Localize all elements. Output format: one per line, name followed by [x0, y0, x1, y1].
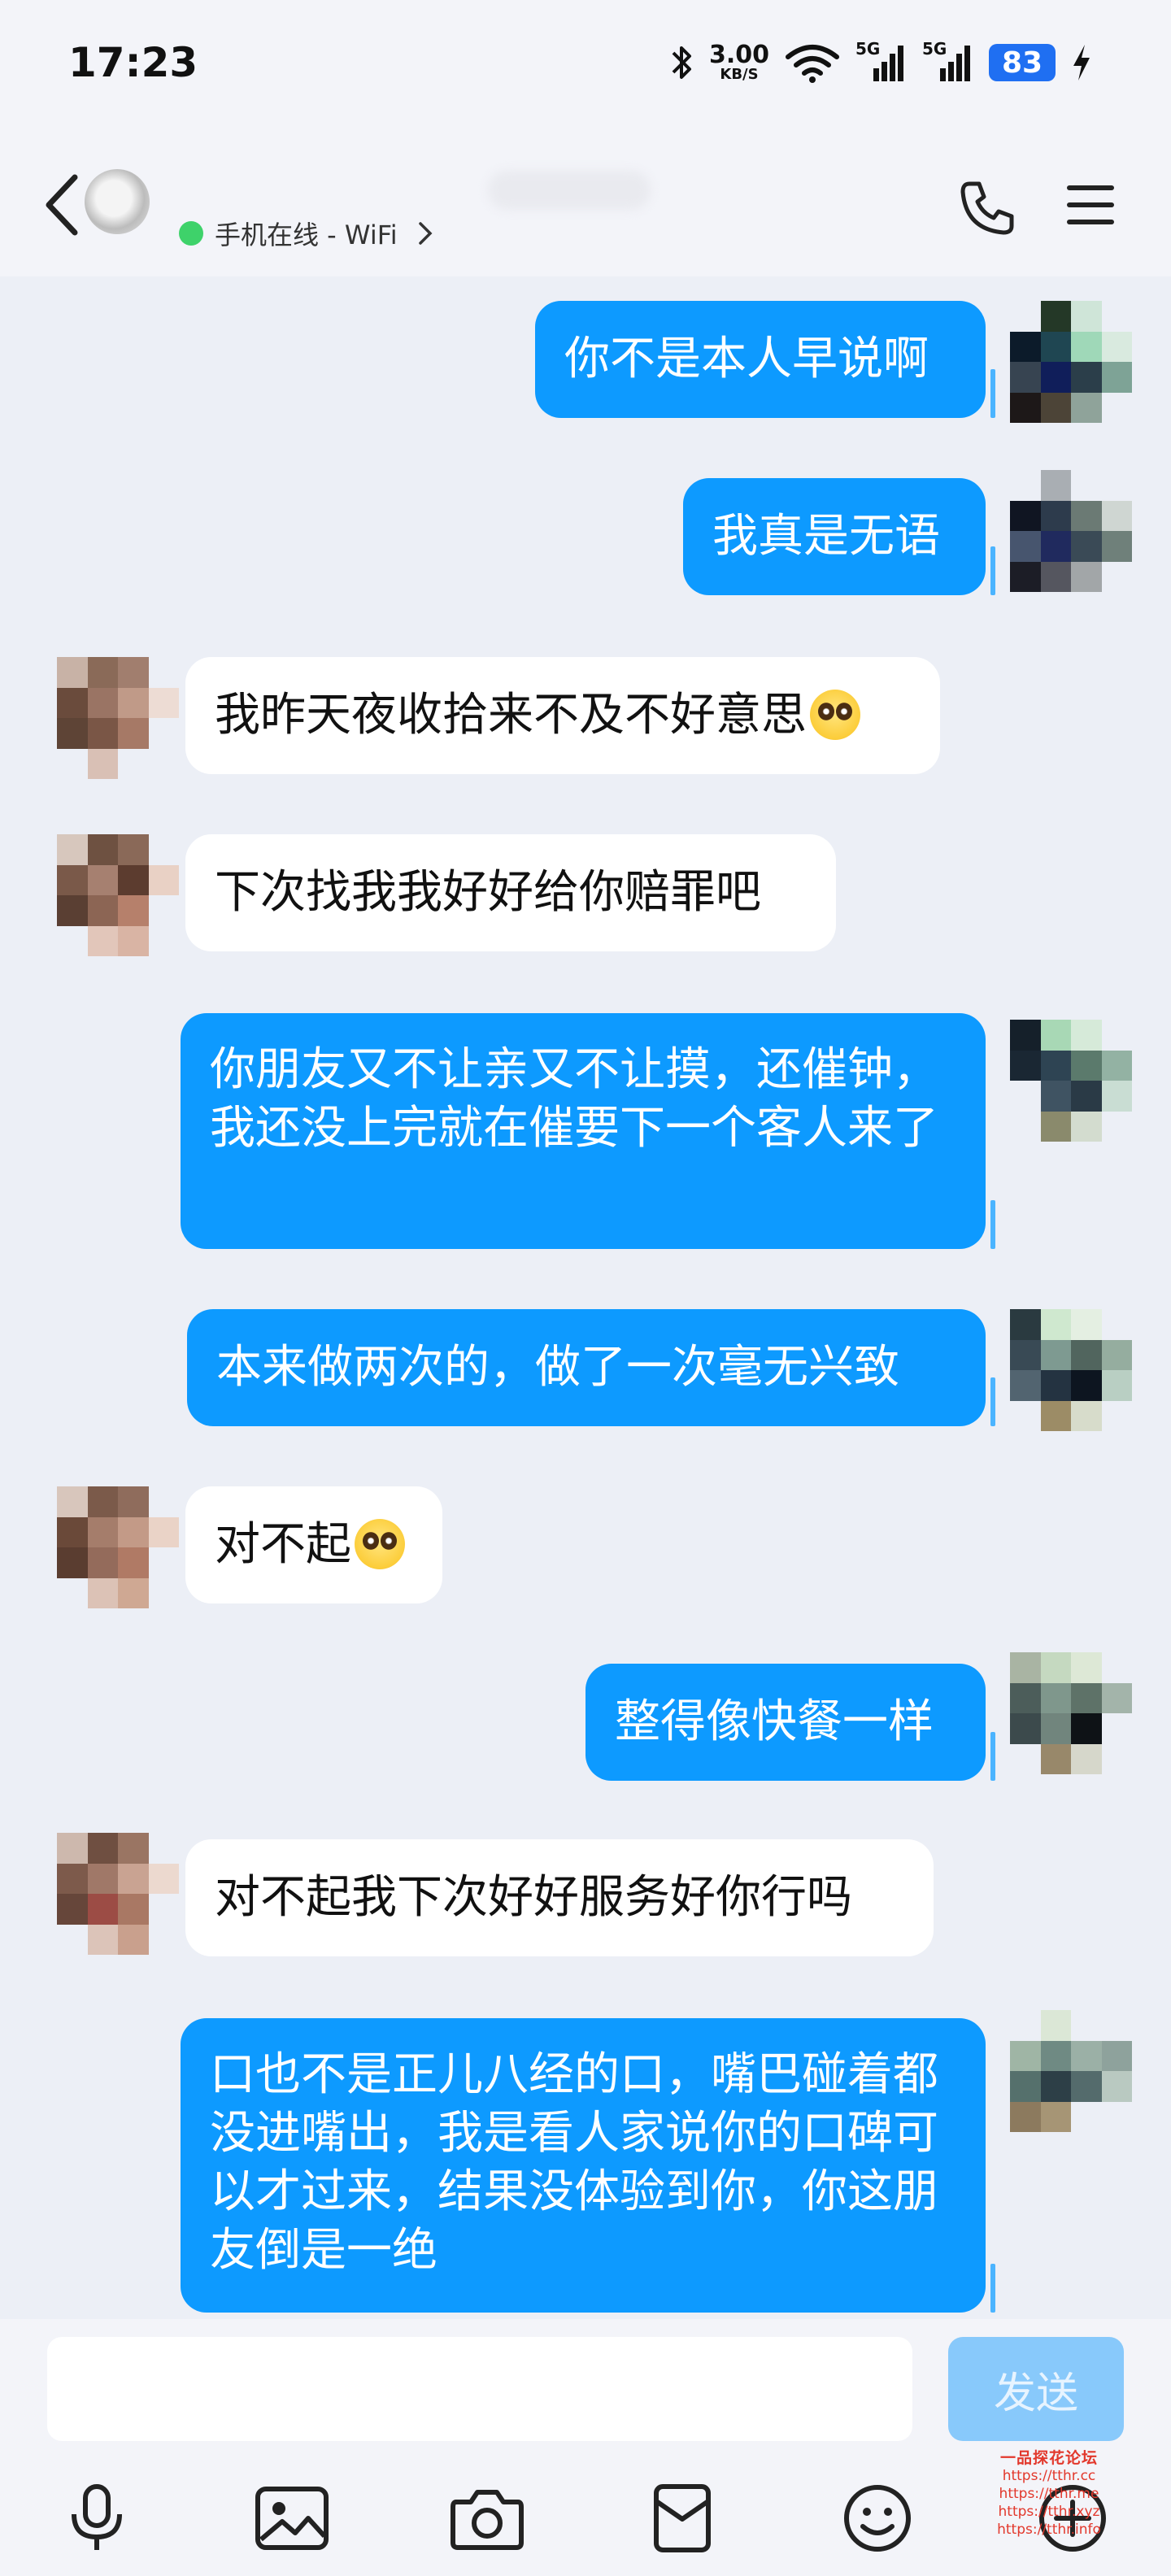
message-bubble-mine[interactable]: 我真是无语: [683, 478, 995, 595]
network-speed-value: 3.00: [708, 41, 769, 69]
red-packet-button[interactable]: [638, 2474, 727, 2563]
network-speed-unit: KB/S: [720, 66, 759, 83]
image-button[interactable]: [247, 2474, 337, 2563]
bluetooth-icon: [672, 46, 691, 79]
back-icon[interactable]: [42, 172, 83, 237]
online-dot: [179, 221, 203, 246]
message-text: 对不起: [215, 1518, 351, 1571]
microphone-icon: [72, 2484, 122, 2550]
composer: 发送 一品探花论坛 https://tthr.cc https://tthr.m…: [0, 2319, 1171, 2576]
watermark-url: https://tthr.cc: [1002, 2468, 1096, 2484]
emoji-icon: [844, 2485, 911, 2552]
status-bar: 17:23 3.00 KB/S 5G 5G 83: [0, 0, 1171, 130]
my-avatar[interactable]: [1010, 1020, 1132, 1142]
my-avatar[interactable]: [1010, 1652, 1132, 1774]
red-packet-icon: [654, 2484, 711, 2552]
status-time: 17:23: [68, 39, 198, 86]
signal-5g-1: 5G: [855, 39, 908, 83]
message-bubble-theirs[interactable]: 对不起: [185, 1486, 442, 1603]
camera-button[interactable]: [442, 2474, 532, 2563]
phone-icon[interactable]: [958, 179, 1016, 237]
camera-icon: [451, 2490, 524, 2550]
signal-bars-icon: [940, 46, 970, 81]
menu-icon[interactable]: [1065, 182, 1116, 228]
my-avatar[interactable]: [1010, 301, 1132, 423]
wifi-icon: [786, 45, 839, 83]
battery-level: 83: [989, 44, 1056, 81]
watermark-url: https://tthr.xyz: [998, 2504, 1100, 2520]
message-list[interactable]: 你不是本人早说啊 我真是无语 我昨天夜收拾来不及不好意思 下次找我我好好给你赔罪…: [0, 276, 1171, 2326]
watermark-url: https://tthr.info: [997, 2522, 1101, 2538]
contact-message-avatar[interactable]: [57, 1486, 179, 1608]
contact-message-avatar[interactable]: [57, 657, 179, 779]
voice-button[interactable]: [52, 2474, 141, 2563]
message-text: 我昨天夜收拾来不及不好意思: [215, 689, 807, 742]
online-status-row[interactable]: 手机在线 - WiFi: [179, 215, 433, 252]
message-input[interactable]: [47, 2337, 912, 2441]
signal-5g-2: 5G: [922, 39, 974, 83]
contact-avatar[interactable]: [85, 169, 150, 234]
watermark: 一品探花论坛 https://tthr.cc https://tthr.me h…: [976, 2449, 1122, 2539]
watermark-url: https://tthr.me: [999, 2486, 1099, 2502]
signal-bars-icon: [873, 46, 903, 81]
chevron-right-icon: [418, 222, 433, 245]
charging-icon: [1073, 45, 1090, 80]
online-status-text: 手机在线 - WiFi: [215, 220, 398, 250]
chat-header: 手机在线 - WiFi: [0, 130, 1171, 276]
status-indicators: 3.00 KB/S 5G 5G 83: [670, 36, 1093, 89]
my-avatar[interactable]: [1010, 470, 1132, 592]
message-bubble-theirs[interactable]: 我昨天夜收拾来不及不好意思: [185, 657, 940, 774]
message-bubble-mine[interactable]: 整得像快餐一样: [586, 1664, 995, 1781]
message-bubble-mine[interactable]: 你不是本人早说啊: [535, 301, 995, 418]
network-speed: 3.00 KB/S: [709, 43, 769, 82]
contact-message-avatar[interactable]: [57, 834, 179, 956]
message-bubble-mine[interactable]: 口也不是正儿八经的口，嘴巴碰着都没进嘴出，我是看人家说你的口碑可以才过来，结果没…: [181, 2018, 995, 2313]
contact-name-redacted: [488, 171, 651, 210]
message-bubble-theirs[interactable]: 下次找我我好好给你赔罪吧: [185, 834, 836, 951]
my-avatar[interactable]: [1010, 1309, 1132, 1431]
blushing-face-emoji-icon: [810, 689, 860, 740]
contact-message-avatar[interactable]: [57, 1833, 179, 1955]
message-bubble-mine[interactable]: 本来做两次的，做了一次毫无兴致: [187, 1309, 995, 1426]
blushing-face-emoji-icon: [355, 1518, 405, 1569]
my-avatar[interactable]: [1010, 2010, 1132, 2132]
message-bubble-theirs[interactable]: 对不起我下次好好服务好你行吗: [185, 1839, 934, 1956]
emoji-button[interactable]: [833, 2474, 922, 2563]
watermark-title: 一品探花论坛: [999, 2449, 1098, 2467]
message-bubble-mine[interactable]: 你朋友又不让亲又不让摸，还催钟，我还没上完就在催要下一个客人来了: [181, 1013, 995, 1249]
image-icon: [255, 2487, 329, 2550]
send-button[interactable]: 发送: [948, 2337, 1124, 2441]
